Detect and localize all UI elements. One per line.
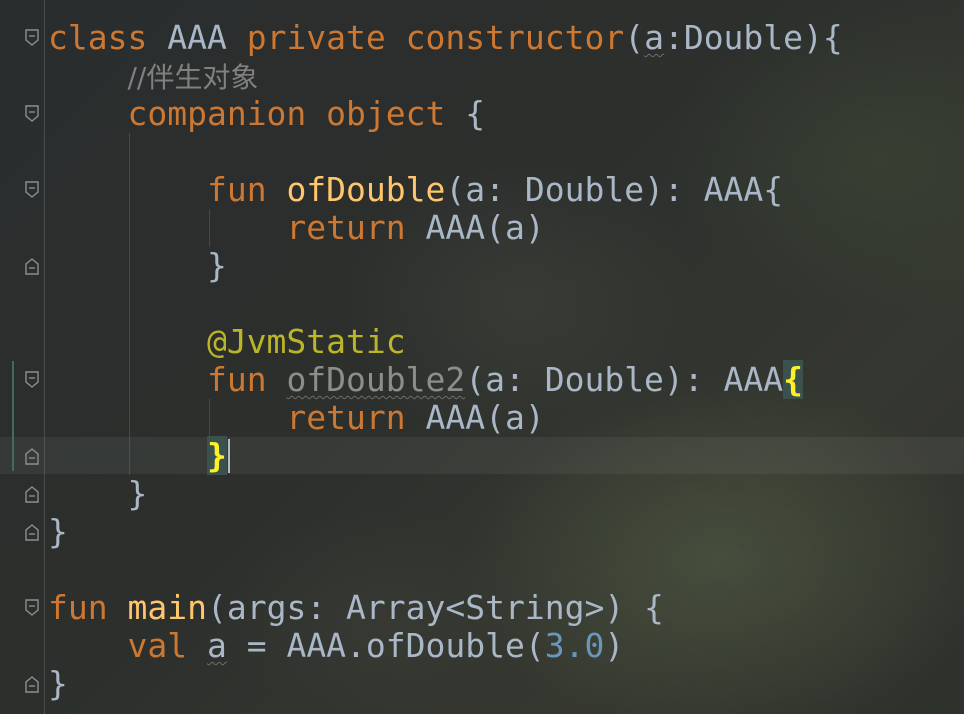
code-token: (a: Double): AAA (465, 360, 784, 399)
keyword-token: class (48, 18, 168, 57)
code-token: } (48, 474, 148, 513)
fold-collapse-icon[interactable] (24, 181, 40, 199)
code-line[interactable]: } (48, 665, 843, 703)
text-caret (227, 438, 230, 473)
code-line[interactable]: fun main(args: Array<String>) { (48, 589, 843, 627)
code-line[interactable] (48, 551, 843, 589)
code-line[interactable]: return AAA(a) (48, 209, 843, 247)
code-line[interactable]: } (48, 475, 843, 513)
gutter-separator (44, 0, 45, 714)
fold-end-icon[interactable] (24, 675, 40, 693)
code-token: } (48, 512, 68, 551)
code-line[interactable]: fun ofDouble2(a: Double): AAA{ (48, 360, 843, 399)
keyword-token: fun (206, 170, 287, 209)
code-token: { (465, 94, 486, 133)
unused-function-token: ofDouble2 (286, 360, 466, 399)
keyword-token: fun (48, 588, 128, 627)
keyword-token: private constructor (246, 18, 625, 57)
code-token: ) (604, 626, 625, 665)
fold-end-icon[interactable] (24, 257, 40, 275)
fold-collapse-icon[interactable] (24, 105, 40, 123)
warning-token: a (644, 18, 664, 57)
fold-end-icon[interactable] (24, 447, 40, 465)
code-token: = AAA.ofDouble( (226, 626, 545, 665)
annotation-token: @JvmStatic (206, 322, 406, 361)
function-name-token: ofDouble (286, 170, 446, 209)
function-name-token: main (127, 588, 207, 627)
code-token: } (48, 246, 227, 285)
change-marker[interactable] (12, 361, 14, 471)
code-editor[interactable]: class AAA private constructor(a:Double){… (48, 19, 843, 703)
fold-end-icon[interactable] (24, 485, 40, 503)
matched-brace-token: } (206, 436, 227, 475)
code-token: (args: Array<String>) { (206, 588, 664, 627)
code-token: } (48, 664, 68, 703)
fold-collapse-icon[interactable] (24, 371, 40, 389)
number-token: 3.0 (544, 626, 605, 665)
code-token: AAA(a) (425, 398, 545, 437)
matched-brace-token: { (783, 360, 804, 399)
code-line[interactable]: } (48, 247, 843, 285)
warning-token: a (206, 626, 227, 665)
fold-collapse-icon[interactable] (24, 599, 40, 617)
keyword-token: val (127, 626, 207, 665)
code-line[interactable]: return AAA(a) (48, 399, 843, 437)
code-token: ( (624, 18, 645, 57)
fold-collapse-icon[interactable] (24, 29, 40, 47)
code-line[interactable] (48, 285, 843, 323)
keyword-token: return (286, 398, 426, 437)
code-line[interactable]: companion object { (48, 95, 843, 133)
code-line[interactable]: fun ofDouble(a: Double): AAA{ (48, 171, 843, 209)
code-line[interactable]: @JvmStatic (48, 323, 843, 361)
code-token: (a: Double): AAA{ (445, 170, 784, 209)
code-line[interactable]: } (48, 513, 843, 551)
code-line[interactable]: //伴生对象 (48, 57, 843, 95)
code-line[interactable] (48, 133, 843, 171)
keyword-token: companion object (127, 94, 466, 133)
keyword-token: return (286, 208, 426, 247)
keyword-token: fun (206, 360, 287, 399)
code-line[interactable]: } (48, 436, 843, 475)
code-token: AAA(a) (425, 208, 545, 247)
code-token: AAA (167, 18, 247, 57)
code-line[interactable]: val a = AAA.ofDouble(3.0) (48, 627, 843, 665)
fold-end-icon[interactable] (24, 523, 40, 541)
code-token: :Double){ (663, 18, 843, 57)
code-line[interactable]: class AAA private constructor(a:Double){ (48, 19, 843, 57)
comment-token: //伴生对象 (127, 61, 259, 94)
